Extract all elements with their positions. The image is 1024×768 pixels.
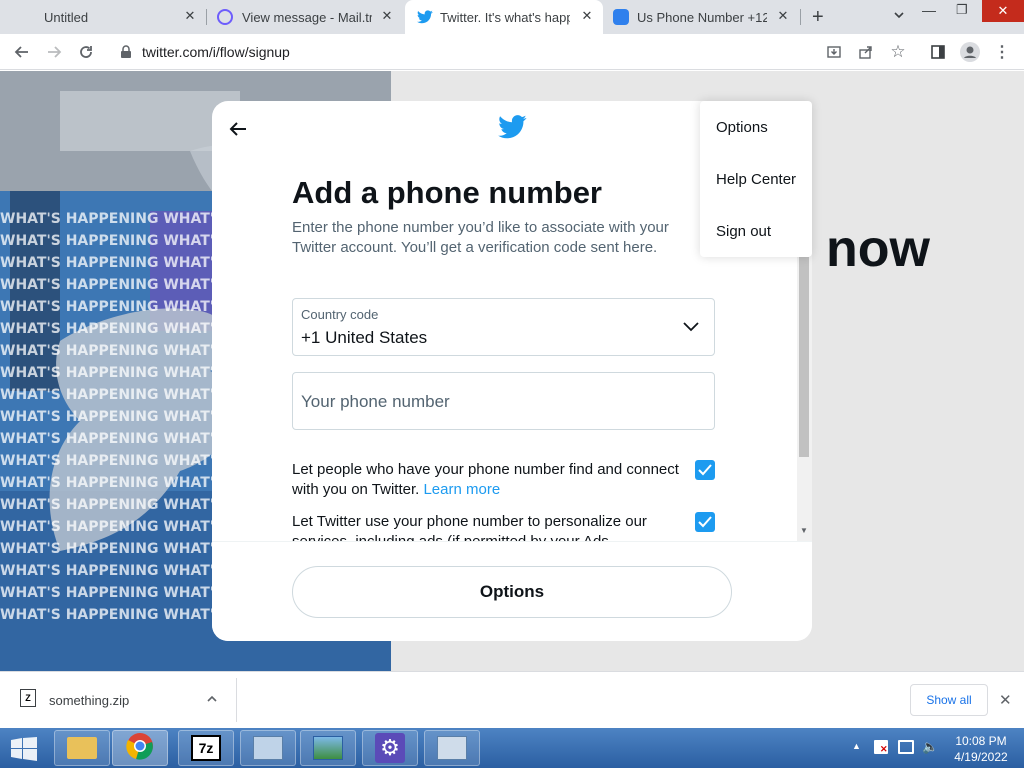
lock-icon[interactable] xyxy=(114,40,138,64)
personalize-checkbox[interactable] xyxy=(695,512,715,532)
twitter-logo-icon xyxy=(498,115,527,144)
mail-icon xyxy=(217,9,233,25)
country-code-value: +1 United States xyxy=(301,328,428,347)
twitter-bird-icon xyxy=(417,10,433,27)
forward-icon[interactable] xyxy=(42,40,66,64)
taskbar-task-manager[interactable] xyxy=(240,730,296,766)
menu-item-sign-out[interactable]: Sign out xyxy=(716,223,771,240)
system-clock[interactable]: 10:08 PM 4/19/2022 xyxy=(950,733,1012,765)
tab-untitled[interactable]: Untitled ✕ xyxy=(0,0,206,34)
tab-phone-number[interactable]: Us Phone Number +1206 ✕ xyxy=(603,0,800,34)
address-bar[interactable]: twitter.com/i/flow/signup xyxy=(142,44,290,60)
phone-number-placeholder: Your phone number xyxy=(301,392,450,411)
folder-icon xyxy=(67,737,97,759)
bookmark-star-icon[interactable]: ☆ xyxy=(886,40,910,64)
download-file-name[interactable]: something.zip xyxy=(49,693,129,708)
menu-kebab-icon[interactable]: ⋮ xyxy=(990,40,1014,64)
show-all-button[interactable]: Show all xyxy=(910,684,988,716)
close-icon: ✕ xyxy=(997,3,1009,18)
tab-separator xyxy=(800,9,801,25)
tray-expand-icon[interactable]: ▲ xyxy=(852,741,861,751)
options-menu: Options Help Center Sign out xyxy=(700,101,812,257)
chrome-icon xyxy=(126,732,154,765)
back-arrow-icon[interactable] xyxy=(228,119,248,144)
tab-strip: Untitled ✕ View message - Mail.tm ✕ Twit… xyxy=(0,0,1024,34)
zip-file-icon: Z xyxy=(20,689,36,707)
profile-icon[interactable] xyxy=(958,40,982,64)
network-icon[interactable] xyxy=(898,740,914,754)
tab-search-icon[interactable] xyxy=(892,8,906,27)
taskbar-7zip[interactable]: 7z xyxy=(178,730,234,766)
tab-twitter[interactable]: Twitter. It's what's happe ✕ xyxy=(405,0,603,34)
page-content: WHAT'S HAPPENING WHAT'S HAPPENING WHAT'S… xyxy=(0,71,1024,671)
menu-item-help-center[interactable]: Help Center xyxy=(716,171,796,188)
back-icon[interactable] xyxy=(10,40,34,64)
7zip-icon: 7z xyxy=(191,735,221,761)
divider xyxy=(236,678,237,722)
minimize-icon[interactable]: — xyxy=(922,2,936,18)
tab-title: Untitled xyxy=(44,10,89,25)
checkbox-label-discoverability: Let people who have your phone number fi… xyxy=(292,460,692,500)
discoverability-checkbox[interactable] xyxy=(695,460,715,480)
country-code-select[interactable]: Country code +1 United States xyxy=(292,298,715,356)
taskbar-file-explorer[interactable] xyxy=(54,730,110,766)
action-center-flag-icon[interactable]: ✕ xyxy=(874,740,888,754)
monitor-chart-icon xyxy=(253,736,283,760)
close-icon[interactable]: ✕ xyxy=(579,8,595,24)
taskbar-remote-desktop[interactable] xyxy=(424,730,480,766)
close-icon[interactable]: ✕ xyxy=(999,691,1012,709)
taskbar-image-viewer[interactable] xyxy=(300,730,356,766)
chevron-up-icon[interactable] xyxy=(206,692,218,710)
clock-time: 10:08 PM xyxy=(955,734,1007,748)
scroll-down-icon[interactable]: ▼ xyxy=(798,526,810,535)
computer-icon xyxy=(437,736,467,760)
share-icon[interactable] xyxy=(854,40,878,64)
taskbar-chrome[interactable] xyxy=(112,730,168,766)
page-subtitle: Enter the phone number you’d like to ass… xyxy=(292,219,669,256)
options-button[interactable]: Options xyxy=(292,566,732,618)
checkmark-icon xyxy=(698,464,712,476)
restore-icon[interactable]: ❐ xyxy=(956,2,968,18)
tab-title: Us Phone Number +1206 xyxy=(637,10,767,25)
chevron-down-icon xyxy=(682,317,700,340)
close-icon[interactable]: ✕ xyxy=(775,8,791,24)
menu-item-options[interactable]: Options xyxy=(716,119,768,136)
windows-taskbar: 7z ⚙ ▲ ✕ 🔈 10:08 PM 4/19/2022 xyxy=(0,728,1024,768)
new-tab-icon[interactable]: + xyxy=(812,6,824,29)
close-icon[interactable]: ✕ xyxy=(182,8,198,24)
dialog-footer: Options xyxy=(212,541,812,641)
tab-title: Twitter. It's what's happe xyxy=(440,10,570,25)
checkmark-icon xyxy=(698,516,712,528)
landscape-image-icon xyxy=(313,736,343,760)
country-code-label: Country code xyxy=(301,307,379,322)
install-icon[interactable] xyxy=(822,40,846,64)
gear-icon: ⚙ xyxy=(375,733,405,763)
taskbar-settings[interactable]: ⚙ xyxy=(362,730,418,766)
volume-muted-icon[interactable]: 🔈 xyxy=(922,739,938,755)
reload-icon[interactable] xyxy=(74,40,98,64)
page-title: Add a phone number xyxy=(292,175,602,210)
chat-icon xyxy=(613,9,629,25)
window-close-button[interactable]: ✕ xyxy=(982,0,1024,22)
background-headline: now xyxy=(826,220,930,278)
windows-start-icon[interactable] xyxy=(10,737,38,766)
close-icon[interactable]: ✕ xyxy=(379,8,395,24)
scrollbar-thumb[interactable] xyxy=(799,257,809,457)
clock-date: 4/19/2022 xyxy=(954,750,1008,764)
learn-more-link[interactable]: Learn more xyxy=(423,481,500,498)
tab-title: View message - Mail.tm xyxy=(242,10,372,25)
phone-number-input[interactable]: Your phone number xyxy=(292,372,715,430)
side-panel-icon[interactable] xyxy=(926,40,950,64)
download-shelf: Z something.zip Show all ✕ xyxy=(0,671,1024,728)
tab-mail[interactable]: View message - Mail.tm ✕ xyxy=(207,0,404,34)
